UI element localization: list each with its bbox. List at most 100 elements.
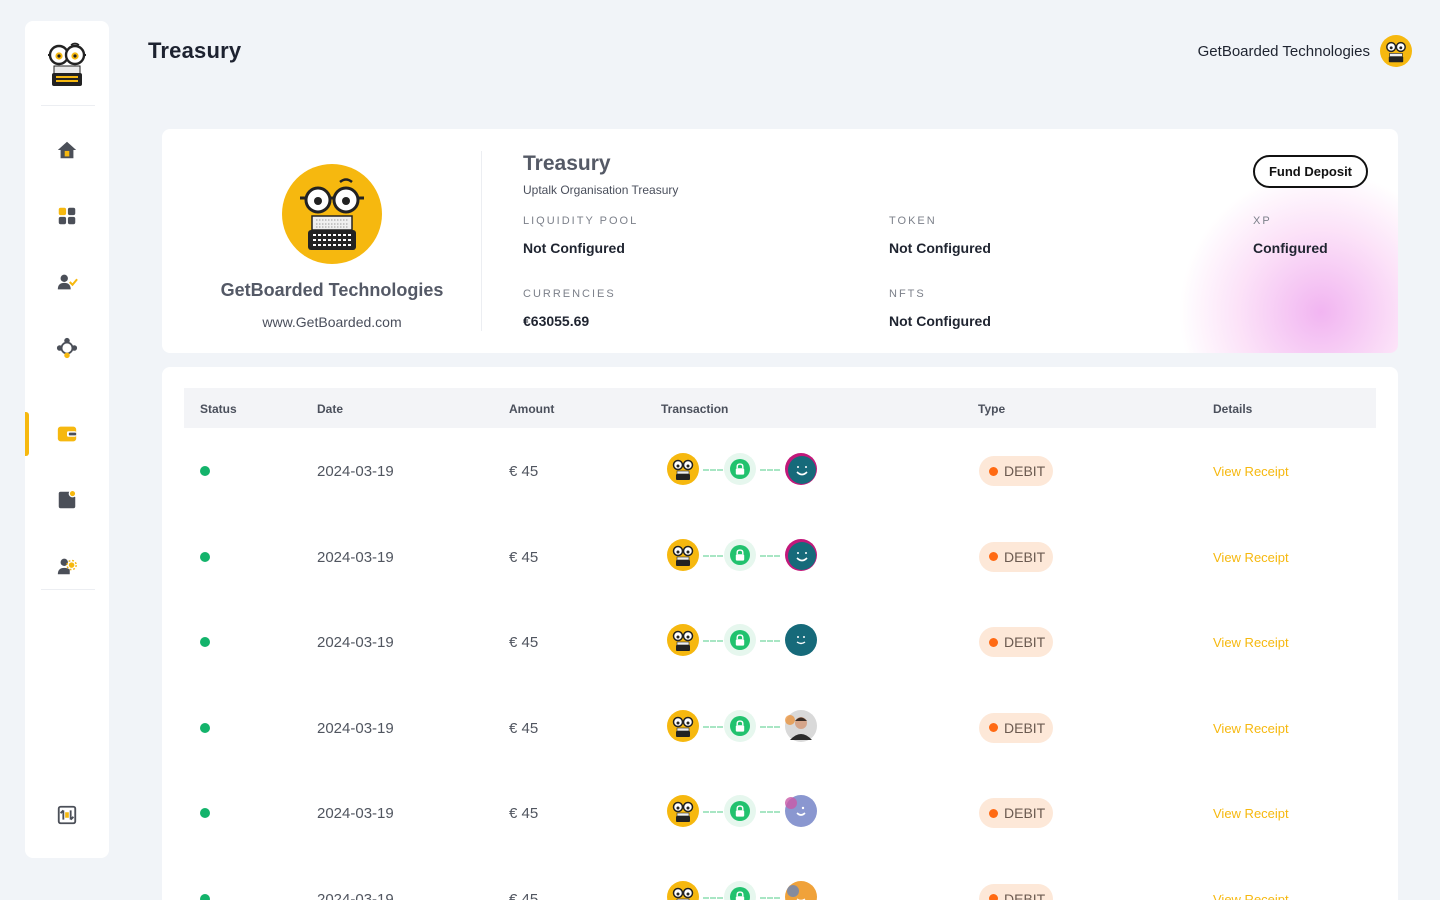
type-badge: DEBIT xyxy=(979,456,1053,486)
sidebar xyxy=(25,21,109,858)
recipient-avatar xyxy=(785,880,817,900)
type-badge: DEBIT xyxy=(979,627,1053,657)
status-dot xyxy=(200,466,210,476)
sidebar-item-user-settings[interactable] xyxy=(25,544,109,588)
page-title: Treasury xyxy=(148,38,242,63)
app-logo[interactable] xyxy=(45,41,89,87)
org-switcher[interactable]: GetBoarded Technologies xyxy=(1198,35,1412,67)
grid-icon xyxy=(58,207,76,225)
recipient-avatar xyxy=(785,453,817,485)
badge-dot xyxy=(989,723,998,732)
badge-dot xyxy=(989,466,998,476)
type-badge-label: DEBIT xyxy=(1004,890,1046,900)
row-amount: € 45 xyxy=(509,719,539,737)
sidebar-item-switch[interactable] xyxy=(25,793,109,837)
view-receipt-link[interactable]: View Receipt xyxy=(1213,635,1289,650)
org-profile: GetBoarded Technologies www.GetBoarded.c… xyxy=(162,129,482,353)
row-date: 2024-03-19 xyxy=(317,463,394,480)
type-badge-label: DEBIT xyxy=(1004,463,1046,479)
note-icon xyxy=(58,489,77,509)
sidebar-item-network[interactable] xyxy=(25,326,109,370)
sidebar-item-dashboard[interactable] xyxy=(25,194,109,238)
sender-avatar xyxy=(667,880,699,900)
sidebar-item-notes[interactable] xyxy=(25,478,109,522)
column-header-details: Details xyxy=(1213,402,1253,416)
row-date: 2024-03-19 xyxy=(317,719,394,737)
view-receipt-link[interactable]: View Receipt xyxy=(1213,892,1289,900)
type-badge-label: DEBIT xyxy=(1004,634,1046,650)
flow-connector xyxy=(703,469,723,471)
table-row: 2024-03-19 € 45 DEBIT View Receipt xyxy=(184,856,1376,900)
user-settings-icon xyxy=(57,558,77,575)
lock-icon xyxy=(735,805,745,817)
wallet-icon xyxy=(57,426,77,442)
column-header-amount: Amount xyxy=(509,402,555,416)
row-amount: € 45 xyxy=(509,634,539,651)
user-check-icon xyxy=(57,274,78,290)
column-header-type: Type xyxy=(978,402,1006,416)
recipient-avatar xyxy=(785,624,817,656)
badge-dot xyxy=(989,894,998,900)
sender-avatar xyxy=(667,624,699,656)
liquidity-pool-label: LIQUIDITY POOL xyxy=(523,215,639,227)
sender-avatar xyxy=(667,453,699,485)
home-icon xyxy=(57,141,77,159)
sidebar-item-treasury[interactable] xyxy=(25,412,109,456)
view-receipt-link[interactable]: View Receipt xyxy=(1213,806,1289,821)
sidebar-divider xyxy=(41,105,95,106)
status-dot xyxy=(200,808,210,818)
table-row: 2024-03-19 € 45 DEBIT View Receipt xyxy=(184,770,1376,855)
fund-deposit-button[interactable]: Fund Deposit xyxy=(1253,155,1368,188)
decorative-glow xyxy=(1178,169,1398,353)
org-profile-url[interactable]: www.GetBoarded.com xyxy=(162,314,502,330)
sender-avatar xyxy=(667,795,699,827)
recipient-avatar xyxy=(785,795,817,827)
transaction-flow xyxy=(667,622,819,658)
row-date: 2024-03-19 xyxy=(317,634,394,651)
flow-connector xyxy=(703,811,723,813)
org-profile-name: GetBoarded Technologies xyxy=(220,280,444,300)
nfts-label: NFTS xyxy=(889,288,926,300)
network-icon xyxy=(56,337,78,359)
type-badge-label: DEBIT xyxy=(1004,805,1046,821)
lock-icon xyxy=(735,890,745,900)
treasury-title: Treasury xyxy=(523,152,611,175)
liquidity-pool-value: Not Configured xyxy=(523,240,625,256)
row-amount: € 45 xyxy=(509,548,539,566)
treasury-subtitle: Uptalk Organisation Treasury xyxy=(523,183,679,197)
table-row: 2024-03-19 € 45 DEBIT View Receipt xyxy=(184,599,1376,684)
transaction-flow xyxy=(667,708,819,744)
column-header-status: Status xyxy=(200,402,237,416)
flow-connector xyxy=(760,811,780,813)
view-receipt-link[interactable]: View Receipt xyxy=(1213,550,1289,565)
table-header: Status Date Amount Transaction Type Deta… xyxy=(184,388,1376,428)
escrow-lock xyxy=(724,624,756,656)
recipient-avatar xyxy=(785,709,817,742)
status-dot xyxy=(200,722,210,733)
row-amount: € 45 xyxy=(509,805,539,822)
type-badge: DEBIT xyxy=(979,712,1053,743)
sidebar-item-home[interactable] xyxy=(25,128,109,172)
table-row: 2024-03-19 € 45 DEBIT View Receipt xyxy=(184,685,1376,770)
flow-connector xyxy=(703,725,723,728)
flow-connector xyxy=(703,896,723,899)
org-avatar xyxy=(1380,35,1412,67)
type-badge-label: DEBIT xyxy=(1004,719,1046,736)
transaction-flow xyxy=(667,793,819,829)
org-logo xyxy=(282,164,382,264)
sidebar-item-members[interactable] xyxy=(25,260,109,304)
view-receipt-link[interactable]: View Receipt xyxy=(1213,464,1289,479)
token-value: Not Configured xyxy=(889,240,991,256)
badge-dot xyxy=(989,552,998,561)
flow-connector xyxy=(760,640,780,642)
transaction-flow xyxy=(667,537,819,573)
badge-dot xyxy=(989,808,998,818)
lock-icon xyxy=(735,634,745,646)
row-date: 2024-03-19 xyxy=(317,890,394,900)
org-name: GetBoarded Technologies xyxy=(1197,42,1370,60)
view-receipt-link[interactable]: View Receipt xyxy=(1213,721,1289,736)
flow-connector xyxy=(760,725,780,728)
badge-dot xyxy=(989,637,998,647)
type-badge-label: DEBIT xyxy=(1004,548,1046,565)
currencies-value: €63055.69 xyxy=(523,313,590,329)
